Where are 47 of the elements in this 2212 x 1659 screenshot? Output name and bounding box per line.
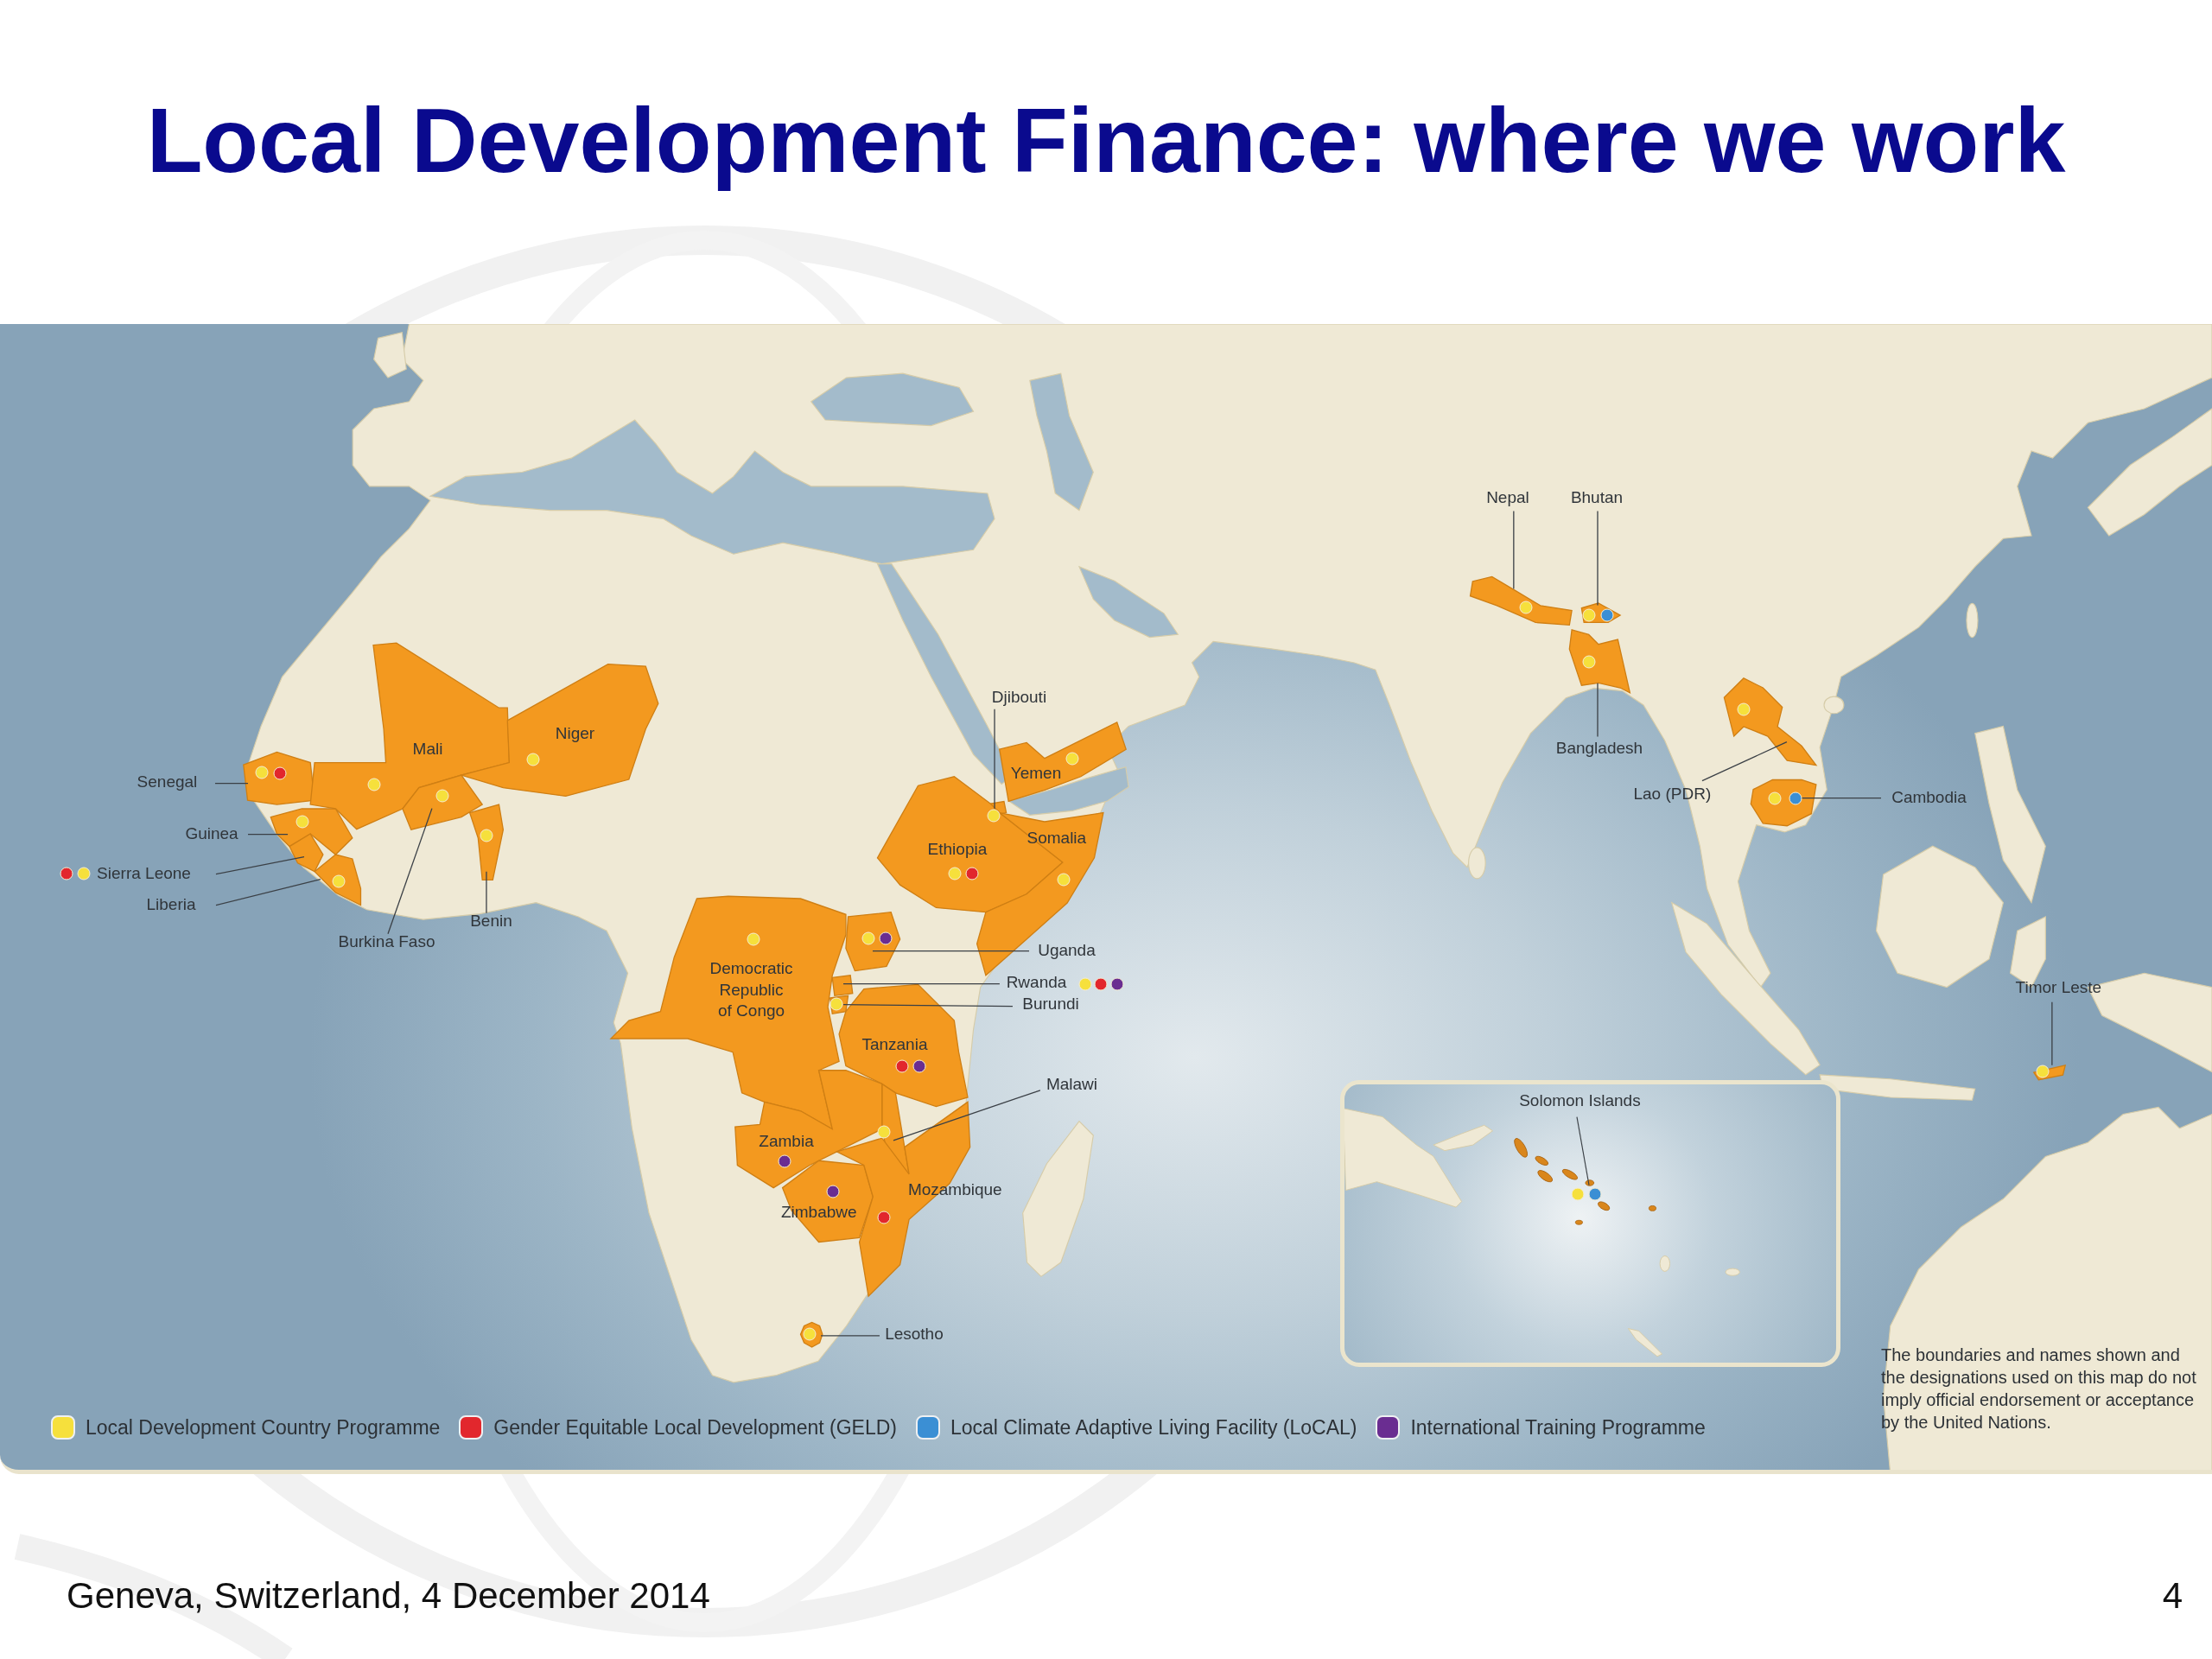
country-label: Sierra Leone (97, 863, 191, 885)
country-label: Guinea (185, 823, 238, 844)
country-label: Burundi (1022, 994, 1079, 1015)
leader-line (486, 871, 487, 914)
country-label: Mali (412, 739, 443, 760)
page-number: 4 (2162, 1574, 2183, 1618)
legend-label: International Training Programme (1410, 1415, 1706, 1440)
country-label: Solomon Islands (1519, 1090, 1641, 1112)
country-label: Democratic Republic of Congo (709, 957, 793, 1021)
island-shape (1823, 696, 1845, 715)
country-label: Yemen (1010, 762, 1062, 784)
country-label: Ethiopia (927, 839, 988, 861)
country-label: Benin (470, 911, 512, 932)
legend-label: Local Development Country Programme (86, 1415, 441, 1440)
island-shape (373, 332, 407, 378)
country-label: Zambia (759, 1131, 814, 1153)
country-label: Djibouti (991, 687, 1047, 709)
country-label: Lesotho (885, 1324, 944, 1345)
country-label: Rwanda (1006, 972, 1067, 994)
disclaimer-text: The boundaries and names shown and the designations used on this map do not imply official endorsement or acceptance by the United Nations. (1881, 1344, 2197, 1433)
country-label: Uganda (1038, 940, 1096, 962)
country-label: Niger (555, 723, 595, 745)
country-label: Bhutan (1570, 487, 1624, 509)
island-shape (1468, 847, 1486, 880)
island-shape (1659, 1255, 1671, 1273)
country-label: Burkina Faso (338, 931, 435, 953)
country-label: Cambodia (1891, 787, 1967, 809)
country-label: Bangladesh (1555, 738, 1643, 760)
leader-line (247, 834, 289, 836)
country-label: Senegal (137, 772, 198, 793)
country-label: Somalia (1027, 828, 1087, 849)
country-label: Malawi (1046, 1074, 1098, 1096)
footer-text: Geneva, Switzerland, 4 December 2014 (67, 1574, 710, 1618)
island-shape (1966, 602, 1979, 639)
country-label: Timor Leste (2015, 976, 2102, 998)
island-shape (1725, 1268, 1741, 1276)
leader-line (1597, 682, 1599, 738)
country-label: Lao (PDR) (1633, 783, 1712, 804)
legend-label: Gender Equitable Local Development (GELD) (493, 1415, 897, 1440)
leader-line (214, 782, 249, 785)
island-shape (1628, 1328, 1663, 1357)
country-label: Tanzania (861, 1034, 928, 1056)
slide-title: Local Development Finance: where we work (146, 88, 2066, 193)
legend-label: Local Climate Adaptive Living Facility (LoCAL) (950, 1415, 1357, 1440)
country-label: Nepal (1486, 487, 1529, 509)
leader-line (820, 1335, 880, 1337)
country-label: Liberia (146, 894, 196, 916)
